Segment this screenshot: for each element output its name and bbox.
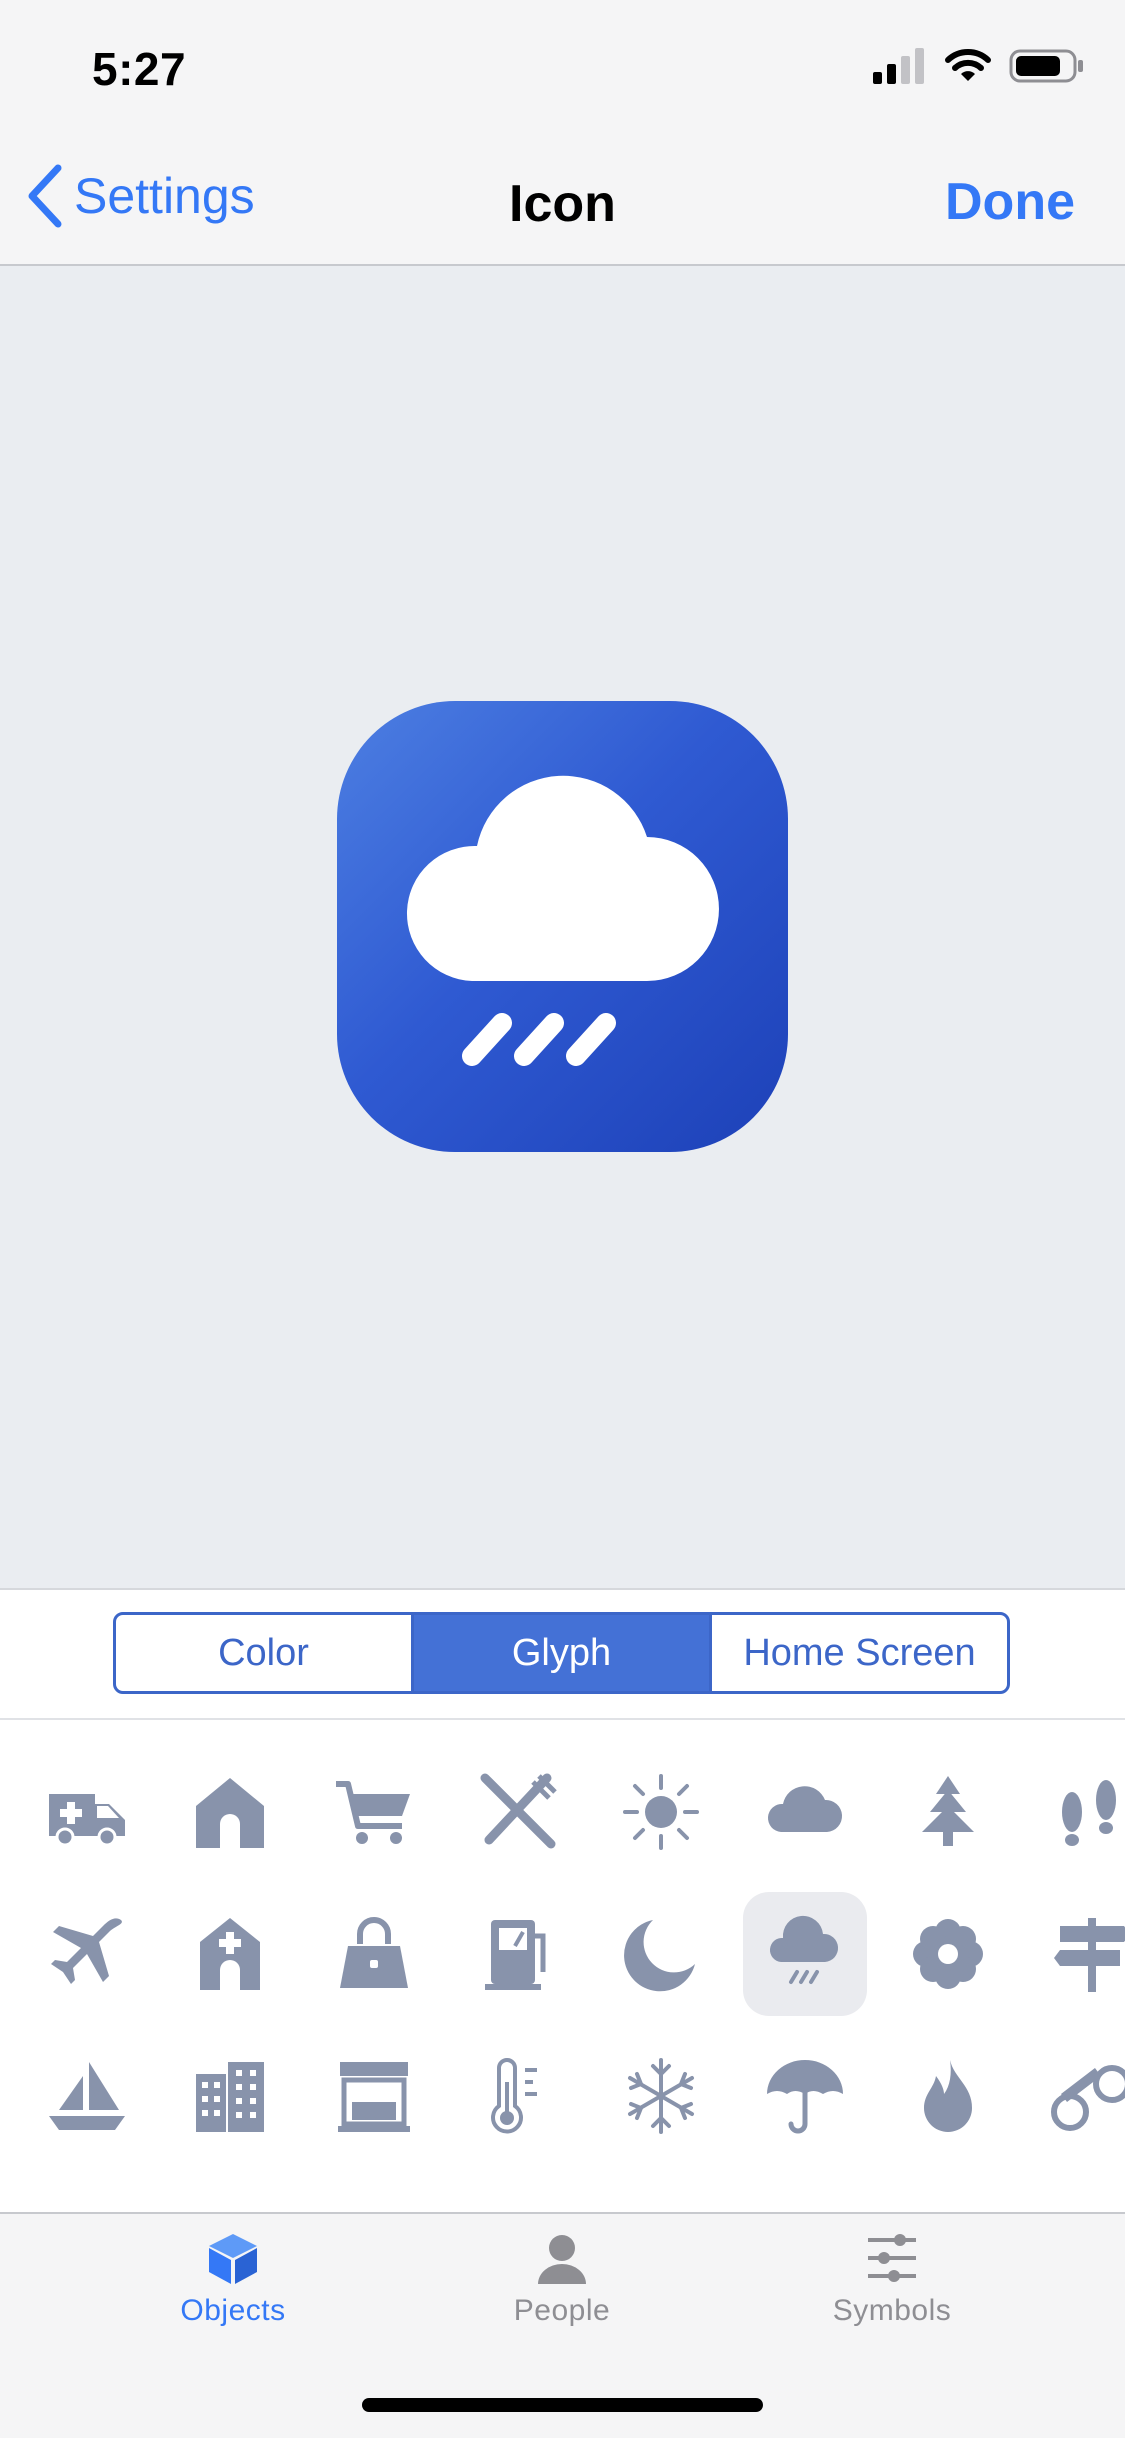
tab-people[interactable]: People bbox=[412, 2228, 712, 2328]
tree-icon bbox=[922, 1776, 974, 1846]
status-time: 5:27 bbox=[92, 43, 187, 95]
battery-icon bbox=[1009, 49, 1083, 83]
cloud-rain-icon bbox=[406, 775, 719, 1066]
cube-icon bbox=[209, 2234, 257, 2284]
status-icons bbox=[871, 48, 1085, 84]
icon-preview-area bbox=[0, 266, 1125, 1590]
footprints-icon bbox=[1062, 1780, 1116, 1846]
cellular-signal-icon bbox=[873, 48, 924, 84]
sailboat-icon bbox=[49, 2062, 125, 2130]
snowflake-icon bbox=[628, 2058, 694, 2134]
house-icon bbox=[196, 1778, 264, 1848]
navigation-bar: Settings Icon Done bbox=[0, 140, 1125, 266]
glyph-tree[interactable] bbox=[886, 1750, 1010, 1874]
thermometer-icon bbox=[491, 2058, 537, 2134]
glyph-umbrella[interactable] bbox=[743, 2034, 867, 2158]
glyph-cloud[interactable] bbox=[743, 1750, 867, 1874]
glyph-footprints[interactable] bbox=[1030, 1750, 1125, 1874]
status-bar: 5:27 bbox=[0, 0, 1125, 140]
segment-glyph[interactable]: Glyph bbox=[411, 1615, 709, 1691]
segment-home-screen[interactable]: Home Screen bbox=[709, 1615, 1007, 1691]
storefront-icon bbox=[338, 2062, 410, 2132]
glyph-storefront[interactable] bbox=[312, 2034, 436, 2158]
handbag-icon bbox=[340, 1917, 408, 1988]
glyph-ambulance[interactable] bbox=[25, 1750, 149, 1874]
fork-knife-icon bbox=[480, 1773, 557, 1849]
glyph-cloud-rain[interactable] bbox=[743, 1892, 867, 2016]
flame-icon bbox=[924, 2060, 972, 2132]
glyph-handbag[interactable] bbox=[312, 1892, 436, 2016]
glyph-building[interactable] bbox=[168, 2034, 292, 2158]
person-icon bbox=[538, 2235, 586, 2284]
glyph-grid bbox=[0, 1720, 1125, 2212]
tab-objects[interactable]: Objects bbox=[83, 2228, 383, 2328]
building-icon bbox=[196, 2062, 264, 2132]
glyph-fork-knife[interactable] bbox=[455, 1750, 579, 1874]
app-icon-preview bbox=[337, 701, 788, 1152]
sliders-icon bbox=[868, 2234, 916, 2282]
glyph-sun[interactable] bbox=[599, 1750, 723, 1874]
airplane-icon bbox=[51, 1918, 122, 1984]
hospital-icon bbox=[200, 1918, 260, 1990]
ambulance-icon bbox=[49, 1794, 125, 1847]
tab-label: People bbox=[513, 2294, 611, 2327]
tab-label: Objects bbox=[180, 2294, 286, 2327]
glyph-thermometer[interactable] bbox=[455, 2034, 579, 2158]
glyph-house[interactable] bbox=[168, 1750, 292, 1874]
glyph-airplane[interactable] bbox=[25, 1892, 149, 2016]
fuel-pump-icon bbox=[485, 1920, 546, 1990]
segment-color[interactable]: Color bbox=[116, 1615, 411, 1691]
glyph-sailboat[interactable] bbox=[25, 2034, 149, 2158]
cloud-icon bbox=[767, 1786, 843, 1832]
glyph-fuel-pump[interactable] bbox=[455, 1892, 579, 2016]
glyph-cart[interactable] bbox=[312, 1750, 436, 1874]
home-indicator bbox=[362, 2398, 763, 2412]
glyph-signpost[interactable] bbox=[1030, 1892, 1125, 2016]
wifi-icon bbox=[945, 49, 991, 81]
cart-icon bbox=[336, 1781, 410, 1844]
signpost-icon bbox=[1054, 1918, 1125, 1992]
segment-panel: Color Glyph Home Screen bbox=[0, 1590, 1125, 1720]
umbrella-icon bbox=[767, 2060, 843, 2134]
glyph-snowflake[interactable] bbox=[599, 2034, 723, 2158]
glyph-moon[interactable] bbox=[599, 1892, 723, 2016]
glyph-hospital[interactable] bbox=[168, 1892, 292, 2016]
glyph-flame[interactable] bbox=[886, 2034, 1010, 2158]
segmented-control: Color Glyph Home Screen bbox=[113, 1612, 1010, 1694]
cloud-rain-icon bbox=[769, 1915, 839, 1984]
tab-label: Symbols bbox=[832, 2294, 952, 2327]
tab-symbols[interactable]: Symbols bbox=[742, 2228, 1042, 2328]
moon-icon bbox=[624, 1920, 695, 1992]
sun-icon bbox=[623, 1774, 699, 1850]
binoculars-icon bbox=[1051, 2065, 1125, 2131]
glyph-binoculars[interactable] bbox=[1030, 2034, 1125, 2158]
glyph-flower[interactable] bbox=[886, 1892, 1010, 2016]
done-button[interactable]: Done bbox=[945, 172, 1075, 232]
flower-icon bbox=[913, 1919, 983, 1989]
